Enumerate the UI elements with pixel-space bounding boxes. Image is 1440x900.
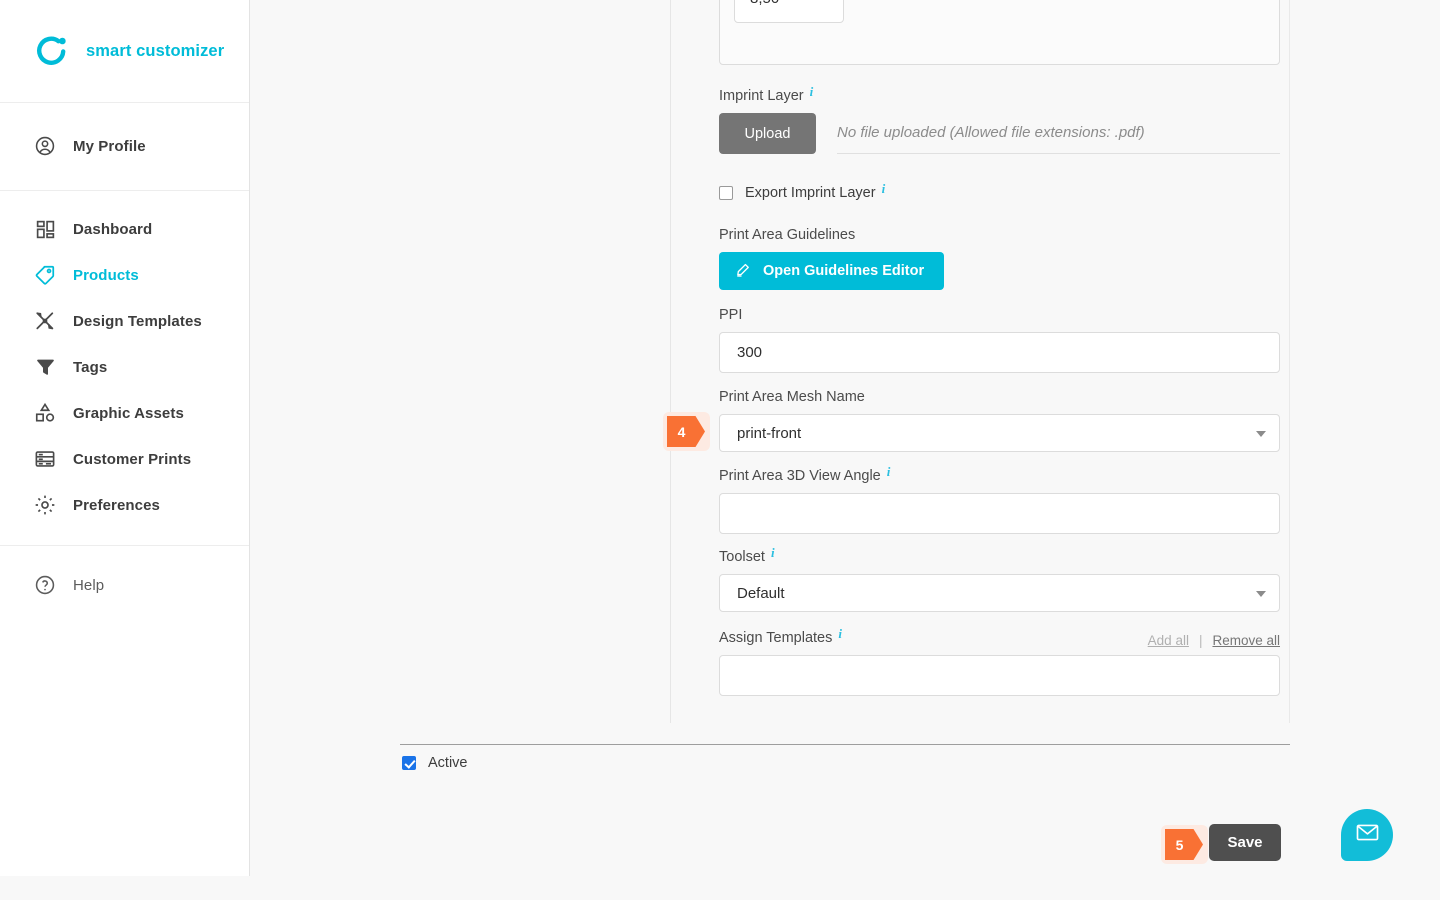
sidebar-group-help: Help — [0, 545, 249, 624]
toolset-value: Default — [737, 584, 785, 602]
content-left-divider — [670, 0, 671, 723]
sidebar-item-help[interactable]: Help — [0, 562, 249, 608]
chevron-down-icon — [1256, 431, 1266, 437]
export-imprint-layer-label: Export Imprint Layer i — [745, 181, 885, 201]
print-area-size-card: 8,50 — [719, 0, 1280, 65]
open-guidelines-editor-button[interactable]: Open Guidelines Editor — [719, 252, 945, 290]
sidebar-item-label: Tags — [73, 358, 108, 376]
step-marker-5: 5 — [1161, 825, 1208, 864]
add-all-link[interactable]: Add all — [1148, 633, 1189, 648]
sidebar-item-design-templates[interactable]: Design Templates — [0, 298, 249, 344]
footer-divider — [400, 744, 1290, 745]
assign-templates-actions: Add all | Remove all — [1148, 633, 1280, 648]
sidebar-item-my-profile[interactable]: My Profile — [0, 123, 249, 169]
export-imprint-layer-row[interactable]: Export Imprint Layer i — [719, 181, 1281, 201]
sidebar-item-label: My Profile — [73, 137, 146, 155]
sidebar-item-graphic-assets[interactable]: Graphic Assets — [0, 390, 249, 436]
ppi-label: PPI — [719, 307, 1281, 323]
assign-templates-header: Assign Templates i Add all | Remove all — [719, 626, 1280, 655]
user-circle-icon — [32, 133, 58, 159]
sidebar-item-preferences[interactable]: Preferences — [0, 482, 249, 528]
upload-button[interactable]: Upload — [719, 113, 816, 154]
ppi-input[interactable]: 300 — [719, 332, 1280, 373]
active-checkbox[interactable] — [402, 756, 416, 770]
sidebar-item-tags[interactable]: Tags — [0, 344, 249, 390]
print-area-mesh-name-select[interactable]: print-front — [719, 414, 1280, 452]
print-area-mesh-name-label: Print Area Mesh Name — [719, 389, 1281, 405]
export-imprint-layer-label-text: Export Imprint Layer — [745, 185, 876, 201]
print-area-3d-view-angle-label: Print Area 3D View Angle i — [719, 464, 1281, 484]
question-circle-icon — [32, 572, 58, 598]
toolset-select[interactable]: Default — [719, 574, 1280, 612]
upload-file-status: No file uploaded (Allowed file extension… — [837, 113, 1280, 154]
assign-templates-input[interactable] — [719, 655, 1280, 696]
active-row[interactable]: Active — [402, 755, 468, 771]
toolset-label: Toolset i — [719, 545, 1281, 565]
sidebar-item-label: Products — [73, 266, 139, 284]
app-root: smart customizer My Profile Dashboard Pr… — [0, 0, 1440, 900]
print-area-mesh-name-label-text: Print Area Mesh Name — [719, 389, 865, 405]
export-imprint-layer-checkbox[interactable] — [719, 186, 733, 200]
print-area-mesh-name-value: print-front — [737, 424, 802, 442]
sidebar-item-label: Preferences — [73, 496, 160, 514]
info-icon[interactable]: i — [810, 84, 814, 100]
print-area-guidelines-label: Print Area Guidelines — [719, 227, 1281, 243]
smart-customizer-logo-icon — [34, 33, 70, 69]
info-icon[interactable]: i — [838, 626, 842, 642]
funnel-icon — [32, 354, 58, 380]
printer-icon — [32, 446, 58, 472]
envelope-icon — [1355, 820, 1380, 850]
active-label: Active — [428, 755, 468, 771]
imprint-layer-label-text: Imprint Layer — [719, 88, 804, 104]
design-templates-icon — [32, 308, 58, 334]
open-guidelines-editor-label: Open Guidelines Editor — [763, 263, 925, 279]
chat-widget-button[interactable] — [1341, 809, 1393, 861]
pencil-icon — [735, 261, 763, 282]
info-icon[interactable]: i — [771, 545, 775, 561]
actions-separator: | — [1198, 633, 1203, 648]
chevron-down-icon — [1256, 591, 1266, 597]
brand-header[interactable]: smart customizer — [0, 0, 249, 103]
assign-templates-label-text: Assign Templates — [719, 630, 833, 646]
info-icon[interactable]: i — [882, 181, 886, 197]
sidebar-item-label: Dashboard — [73, 220, 153, 238]
main-content: 8,50 Imprint Layer i Upload No file uplo… — [250, 0, 1440, 900]
sidebar-group-profile: My Profile — [0, 103, 249, 190]
sidebar-item-label: Graphic Assets — [73, 404, 184, 422]
sidebar-item-customer-prints[interactable]: Customer Prints — [0, 436, 249, 482]
print-area-3d-view-angle-input[interactable] — [719, 493, 1280, 534]
sidebar-item-label: Design Templates — [73, 312, 202, 330]
imprint-layer-label: Imprint Layer i — [719, 84, 1281, 104]
toolset-label-text: Toolset — [719, 549, 765, 565]
content-right-divider — [1289, 0, 1290, 723]
dashboard-grid-icon — [32, 216, 58, 242]
step-marker-4: 4 — [663, 412, 710, 451]
sidebar: smart customizer My Profile Dashboard Pr… — [0, 0, 250, 876]
tag-icon — [32, 262, 58, 288]
assign-templates-label: Assign Templates i — [719, 626, 842, 646]
print-area-guidelines-label-text: Print Area Guidelines — [719, 227, 856, 243]
step-marker-5-number: 5 — [1165, 829, 1203, 860]
ppi-label-text: PPI — [719, 307, 743, 323]
sidebar-item-label: Customer Prints — [73, 450, 192, 468]
sidebar-group-main: Dashboard Products Design Templates Tags… — [0, 190, 249, 545]
imprint-layer-upload-row: Upload No file uploaded (Allowed file ex… — [719, 113, 1280, 154]
size-value-input[interactable]: 8,50 — [734, 0, 844, 23]
gear-icon — [32, 492, 58, 518]
step-marker-4-number: 4 — [667, 416, 705, 447]
remove-all-link[interactable]: Remove all — [1212, 633, 1280, 648]
info-icon[interactable]: i — [887, 464, 891, 480]
print-area-3d-view-angle-label-text: Print Area 3D View Angle — [719, 468, 881, 484]
sidebar-item-products[interactable]: Products — [0, 252, 249, 298]
shapes-icon — [32, 400, 58, 426]
sidebar-item-dashboard[interactable]: Dashboard — [0, 206, 249, 252]
brand-name: smart customizer — [86, 41, 225, 60]
sidebar-item-label: Help — [73, 576, 105, 594]
save-button[interactable]: Save — [1209, 824, 1281, 861]
